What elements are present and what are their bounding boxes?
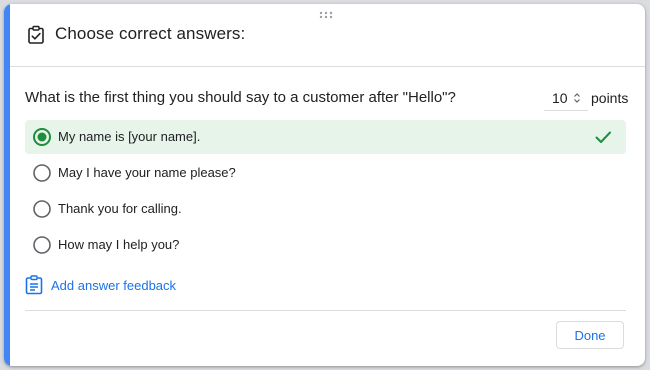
- done-button[interactable]: Done: [556, 321, 624, 349]
- answer-option-label: How may I help you?: [58, 237, 180, 252]
- radio-unselected-icon[interactable]: [33, 236, 51, 254]
- add-answer-feedback-label[interactable]: Add answer feedback: [51, 278, 176, 293]
- answer-option-4[interactable]: How may I help you?: [25, 228, 626, 262]
- question-text: What is the first thing you should say t…: [25, 89, 456, 106]
- points-label: points: [591, 90, 629, 106]
- points-stepper[interactable]: 10: [544, 88, 588, 111]
- answer-option-3[interactable]: Thank you for calling.: [25, 192, 626, 226]
- question-card: Choose correct answers: What is the firs…: [4, 4, 645, 366]
- feedback-clipboard-icon: [25, 275, 43, 295]
- page-title: Choose correct answers:: [55, 24, 246, 43]
- spin-arrows-icon[interactable]: [573, 91, 581, 105]
- assignment-check-icon: [28, 25, 44, 44]
- answer-option-label: My name is [your name].: [58, 129, 201, 144]
- answer-option-1[interactable]: My name is [your name].: [25, 120, 626, 154]
- answer-option-label: May I have your name please?: [58, 165, 236, 180]
- radio-unselected-icon[interactable]: [33, 200, 51, 218]
- correct-check-icon: [595, 131, 611, 143]
- answer-option-2[interactable]: May I have your name please?: [25, 156, 626, 190]
- points-value[interactable]: 10: [552, 90, 568, 106]
- footer-divider: [25, 310, 626, 311]
- radio-unselected-icon[interactable]: [33, 164, 51, 182]
- answer-option-label: Thank you for calling.: [58, 201, 182, 216]
- radio-selected-icon[interactable]: [33, 128, 51, 146]
- card-header: Choose correct answers:: [10, 4, 645, 67]
